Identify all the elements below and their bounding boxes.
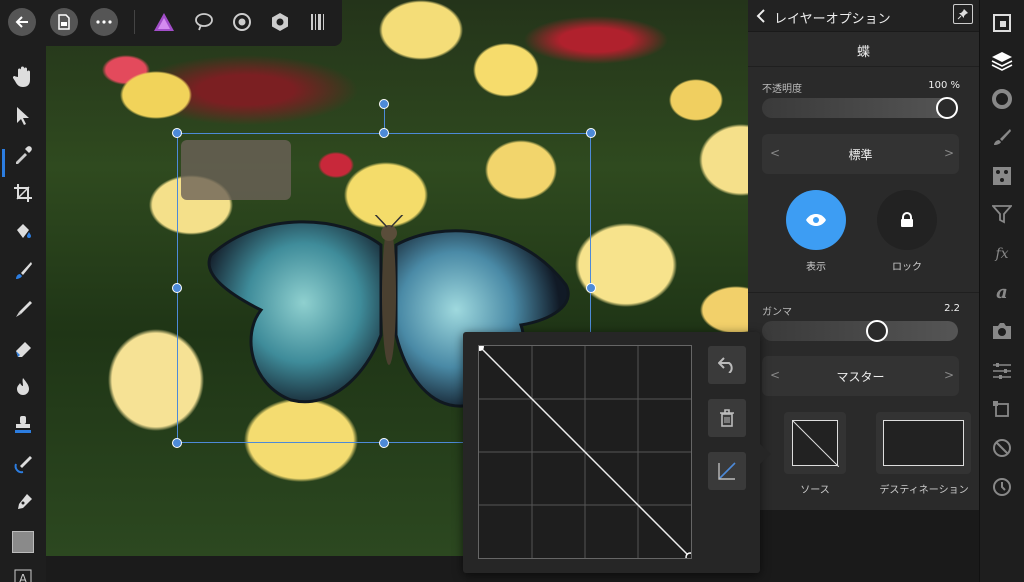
layers-icon[interactable] — [990, 49, 1014, 73]
curve-reset-icon — [718, 462, 736, 480]
gamma-slider[interactable] — [762, 320, 958, 342]
adjustments-icon[interactable] — [990, 359, 1014, 383]
persona-photo-icon[interactable] — [150, 8, 178, 36]
context-toolbar — [46, 556, 466, 582]
destination-tile[interactable] — [876, 412, 971, 474]
dodge-burn-tool-icon[interactable] — [11, 375, 35, 399]
curve-node-end — [685, 552, 691, 558]
delete-button[interactable] — [708, 399, 746, 437]
text-styles-icon[interactable]: a — [990, 280, 1014, 304]
crop-tool-icon[interactable] — [11, 181, 35, 205]
visible-button[interactable] — [786, 190, 846, 250]
handle-top-middle[interactable] — [379, 128, 389, 138]
move-tool-icon[interactable] — [11, 104, 35, 128]
visible-label: 表示 — [806, 262, 826, 273]
panel-header: レイヤーオプション — [748, 0, 979, 32]
handle-bottom-left[interactable] — [172, 438, 182, 448]
chevron-right-icon[interactable]: > — [944, 368, 954, 382]
chevron-left-icon[interactable] — [756, 9, 766, 23]
channels-icon[interactable] — [990, 164, 1014, 188]
rotation-handle[interactable] — [379, 99, 389, 109]
gamma-slider-knob[interactable] — [866, 320, 888, 342]
persona-liquify-icon[interactable] — [190, 8, 218, 36]
persona-export-icon[interactable] — [304, 8, 332, 36]
effects-fx-icon[interactable]: fx — [990, 241, 1014, 265]
handle-middle-right[interactable] — [586, 283, 596, 293]
opacity-value: 100 % — [928, 80, 960, 91]
channel-selector[interactable]: < マスター > — [762, 356, 959, 396]
pixel-tool-icon[interactable] — [11, 297, 35, 321]
active-tool-indicator — [2, 149, 5, 177]
color-picker-tool-icon[interactable] — [11, 143, 35, 167]
inpainting-tool-icon[interactable] — [11, 452, 35, 476]
trash-icon — [720, 409, 734, 427]
source-label: ソース — [800, 485, 830, 496]
lock-button[interactable] — [877, 190, 937, 250]
destination-label: デスティネーション — [879, 485, 969, 496]
undo-button[interactable] — [708, 346, 746, 384]
layer-options-panel: レイヤーオプション 蝶 不透明度 100 % < 標準 > 表示 ロック ガンマ… — [748, 0, 979, 510]
back-icon[interactable] — [8, 8, 36, 36]
transform-icon[interactable] — [990, 398, 1014, 422]
eye-icon — [806, 214, 826, 226]
panel-title: レイヤーオプション — [774, 12, 891, 27]
tools-panel: A — [0, 46, 46, 582]
panel-divider — [748, 292, 979, 293]
gamma-label: ガンマ — [762, 307, 792, 318]
lock-label: ロック — [892, 262, 922, 273]
curve-popover — [463, 332, 771, 573]
erase-tool-icon[interactable] — [11, 336, 35, 360]
reset-curve-button[interactable] — [708, 452, 746, 490]
toolbar-separator — [134, 10, 135, 34]
color-swatch-icon[interactable] — [11, 530, 35, 554]
history-icon[interactable] — [990, 475, 1014, 499]
document-icon[interactable] — [50, 8, 78, 36]
more-icon[interactable] — [90, 8, 118, 36]
opacity-slider-knob[interactable] — [936, 97, 958, 119]
pen-tool-icon[interactable] — [11, 491, 35, 515]
handle-top-left[interactable] — [172, 128, 182, 138]
persona-develop-icon[interactable] — [228, 8, 256, 36]
pin-icon[interactable] — [953, 4, 973, 24]
top-toolbar — [0, 0, 342, 46]
opacity-label: 不透明度 — [762, 84, 802, 95]
color-icon[interactable] — [990, 87, 1014, 111]
hand-tool-icon[interactable] — [11, 65, 35, 89]
lock-icon — [901, 212, 913, 227]
camera-icon[interactable] — [990, 319, 1014, 343]
handle-bottom-middle[interactable] — [379, 438, 389, 448]
channel-value: マスター — [836, 370, 885, 384]
app-window: A レイヤーオプション 蝶 不透明度 100 % < 標準 > 表示 ロック ガ… — [0, 0, 1024, 582]
gamma-value: 2.2 — [944, 303, 960, 314]
undo-icon — [718, 357, 733, 373]
layer-name-row[interactable]: 蝶 — [748, 33, 979, 67]
layer-name: 蝶 — [856, 45, 870, 60]
handle-top-right[interactable] — [586, 128, 596, 138]
source-tile[interactable] — [784, 412, 846, 474]
svg-text:fx: fx — [994, 246, 1008, 262]
blend-mode-selector[interactable]: < 標準 > — [762, 134, 959, 174]
opacity-slider[interactable] — [762, 97, 958, 119]
chevron-right-icon[interactable]: > — [944, 146, 954, 160]
text-tool-icon[interactable]: A — [11, 566, 35, 582]
navigator-icon[interactable] — [990, 11, 1014, 35]
studio-bar: fx a — [979, 0, 1024, 582]
blend-mode-value: 標準 — [848, 148, 873, 162]
stock-icon[interactable] — [990, 436, 1014, 460]
clone-tool-icon[interactable] — [11, 413, 35, 437]
svg-text:a: a — [996, 282, 1008, 302]
curve-editor[interactable] — [478, 345, 692, 559]
handle-middle-left[interactable] — [172, 283, 182, 293]
flood-fill-tool-icon[interactable] — [11, 220, 35, 244]
svg-text:A: A — [19, 572, 28, 582]
filter-icon[interactable] — [990, 202, 1014, 226]
paint-brush-tool-icon[interactable] — [11, 258, 35, 282]
persona-tonemap-icon[interactable] — [266, 8, 294, 36]
brushes-icon[interactable] — [990, 125, 1014, 149]
